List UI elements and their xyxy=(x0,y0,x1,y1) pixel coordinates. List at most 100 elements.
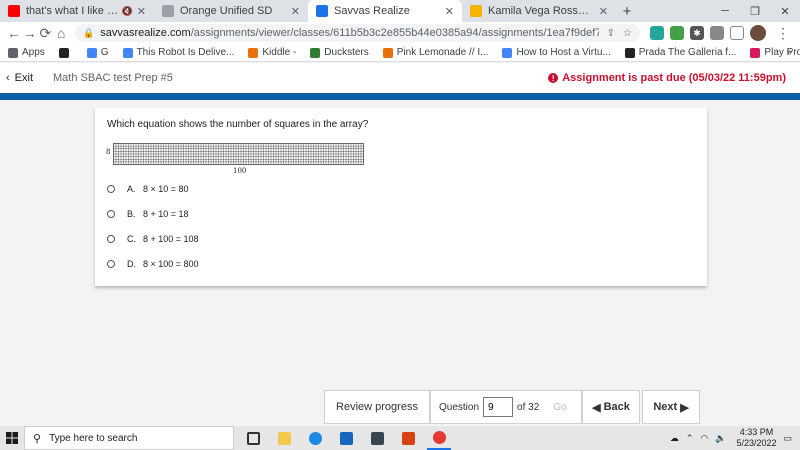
bookmark-label: Prada The Galleria f... xyxy=(638,47,737,58)
sidebar-icon[interactable] xyxy=(710,26,724,40)
wifi-icon[interactable]: ◠ xyxy=(700,433,708,444)
search-placeholder: Type here to search xyxy=(49,432,138,444)
office-icon[interactable] xyxy=(396,426,420,450)
question-jump: Question of 32 Go xyxy=(430,390,582,424)
window-icon[interactable] xyxy=(730,26,744,40)
notifications-icon[interactable]: ▭ xyxy=(783,433,792,444)
bookmark-item[interactable]: Ducksters xyxy=(310,47,369,58)
extension-icon[interactable] xyxy=(650,26,664,40)
bookmarks-overflow-icon[interactable]: » xyxy=(786,47,792,58)
radio-button[interactable] xyxy=(107,210,115,218)
avatar[interactable] xyxy=(750,25,766,41)
restore-icon[interactable]: ❐ xyxy=(740,0,770,22)
bookmark-item[interactable]: Prada The Galleria f... xyxy=(624,47,737,58)
bookmark-label: This Robot Is Delive... xyxy=(136,47,235,58)
extensions-area: ✱ ⋮ xyxy=(650,25,794,42)
bookmark-star-icon[interactable]: ☆ xyxy=(623,28,632,39)
close-window-icon[interactable]: ✕ xyxy=(770,0,800,22)
mail-icon[interactable] xyxy=(334,426,358,450)
alert-icon: ! xyxy=(548,73,559,83)
windows-start-icon[interactable] xyxy=(0,426,24,450)
puzzle-icon[interactable]: ✱ xyxy=(690,26,704,40)
answer-choice[interactable]: B. 8 + 10 = 18 xyxy=(107,209,189,219)
store-icon[interactable] xyxy=(365,426,389,450)
radio-button[interactable] xyxy=(107,185,115,193)
bookmark-favicon-icon xyxy=(86,47,97,58)
bookmark-item[interactable]: Pink Lemonade // I... xyxy=(382,47,488,58)
tab-title: Kamila Vega Rossette - AVID- Go xyxy=(488,5,595,17)
tab-close-icon[interactable]: ✕ xyxy=(137,5,146,18)
bookmark-favicon-icon xyxy=(502,47,513,58)
browser-toolbar: ← → ⟳ ⌂ 🔒 savvasrealize.com/assignments/… xyxy=(0,22,800,44)
bookmark-item[interactable]: Play Prodigy xyxy=(750,47,800,58)
reload-icon[interactable]: ⟳ xyxy=(38,25,54,42)
chrome-icon[interactable] xyxy=(427,426,451,450)
back-button[interactable]: ◀ Back xyxy=(582,390,640,424)
browser-tab[interactable]: Savvas Realize ✕ xyxy=(308,0,462,22)
answer-choice[interactable]: D. 8 × 100 = 800 xyxy=(107,259,199,269)
choice-text: 8 + 10 = 18 xyxy=(143,209,189,219)
back-arrow-icon[interactable]: ← xyxy=(6,25,22,41)
url-text: savvasrealize.com/assignments/viewer/cla… xyxy=(100,27,599,39)
share-icon[interactable]: ⇪ xyxy=(607,28,615,39)
minimize-icon[interactable]: ─ xyxy=(710,0,740,22)
bookmark-favicon-icon xyxy=(624,47,635,58)
tab-favicon-icon xyxy=(470,5,482,17)
edge-browser-icon[interactable] xyxy=(303,426,327,450)
bookmark-item[interactable]: This Robot Is Delive... xyxy=(122,47,235,58)
new-tab-button[interactable]: + xyxy=(616,0,638,22)
choice-letter: B. xyxy=(127,209,136,219)
choice-text: 8 × 100 = 800 xyxy=(143,259,199,269)
tab-mute-icon[interactable]: 🔇 xyxy=(122,6,133,17)
browser-tab[interactable]: that's what I like - Bruno Ma🔇 ✕ xyxy=(0,0,154,22)
question-total: of 32 xyxy=(517,401,540,413)
answer-choice[interactable]: A. 8 × 10 = 80 xyxy=(107,184,189,194)
volume-icon[interactable]: 🔈 xyxy=(715,433,726,444)
extension-icon[interactable] xyxy=(670,26,684,40)
file-explorer-icon[interactable] xyxy=(272,426,296,450)
tab-title: Savvas Realize xyxy=(334,5,410,17)
tab-title: Orange Unified SD xyxy=(180,5,273,17)
bookmark-item[interactable] xyxy=(58,47,73,58)
address-bar[interactable]: 🔒 savvasrealize.com/assignments/viewer/c… xyxy=(75,24,640,42)
forward-arrow-icon[interactable]: → xyxy=(22,25,38,41)
review-progress-button[interactable]: Review progress xyxy=(324,390,430,424)
tab-close-icon[interactable]: ✕ xyxy=(291,5,300,18)
answer-choice[interactable]: C. 8 + 100 = 108 xyxy=(107,234,199,244)
home-icon[interactable]: ⌂ xyxy=(53,25,69,41)
tab-close-icon[interactable]: ✕ xyxy=(445,5,454,18)
browser-tab[interactable]: Kamila Vega Rossette - AVID- Go ✕ xyxy=(462,0,616,22)
clock[interactable]: 4:33 PM 5/23/2022 xyxy=(736,427,776,449)
exit-label: Exit xyxy=(14,72,34,84)
system-tray: ☁ ⌃ ◠ 🔈 4:33 PM 5/23/2022 ▭ xyxy=(663,426,792,450)
go-button[interactable]: Go xyxy=(553,402,566,413)
exit-button[interactable]: ‹ Exit xyxy=(6,72,33,84)
onedrive-icon[interactable]: ☁ xyxy=(670,433,679,444)
task-view-icon[interactable] xyxy=(241,426,265,450)
chevron-up-icon[interactable]: ⌃ xyxy=(686,433,694,444)
tab-close-icon[interactable]: ✕ xyxy=(599,5,608,18)
bookmark-item[interactable]: Apps xyxy=(8,47,45,58)
choice-letter: A. xyxy=(127,184,136,194)
next-button[interactable]: Next ▶ xyxy=(642,390,700,424)
bookmark-item[interactable]: Kiddle - xyxy=(248,47,296,58)
window-controls: ─ ❐ ✕ xyxy=(710,0,800,22)
bookmark-favicon-icon xyxy=(310,47,321,58)
bookmark-item[interactable]: How to Host a Virtu... xyxy=(502,47,611,58)
back-label: Back xyxy=(603,401,630,413)
array-row-label: 8 xyxy=(106,148,111,156)
bookmark-item[interactable]: G xyxy=(86,47,109,58)
radio-button[interactable] xyxy=(107,260,115,268)
radio-button[interactable] xyxy=(107,235,115,243)
bookmark-favicon-icon xyxy=(8,47,18,58)
lock-icon[interactable]: 🔒 xyxy=(83,28,94,39)
menu-dots-icon[interactable]: ⋮ xyxy=(772,25,794,42)
bookmark-favicon-icon xyxy=(382,47,393,58)
choice-letter: C. xyxy=(127,234,136,244)
question-number-input[interactable] xyxy=(483,397,514,417)
taskbar-search-box[interactable]: ⚲ Type here to search xyxy=(24,426,234,450)
tab-strip: that's what I like - Bruno Ma🔇✕Orange Un… xyxy=(0,0,800,22)
bookmark-label: Kiddle - xyxy=(262,47,297,58)
browser-tab[interactable]: Orange Unified SD ✕ xyxy=(154,0,308,22)
question-prompt: Which equation shows the number of squar… xyxy=(107,119,369,130)
